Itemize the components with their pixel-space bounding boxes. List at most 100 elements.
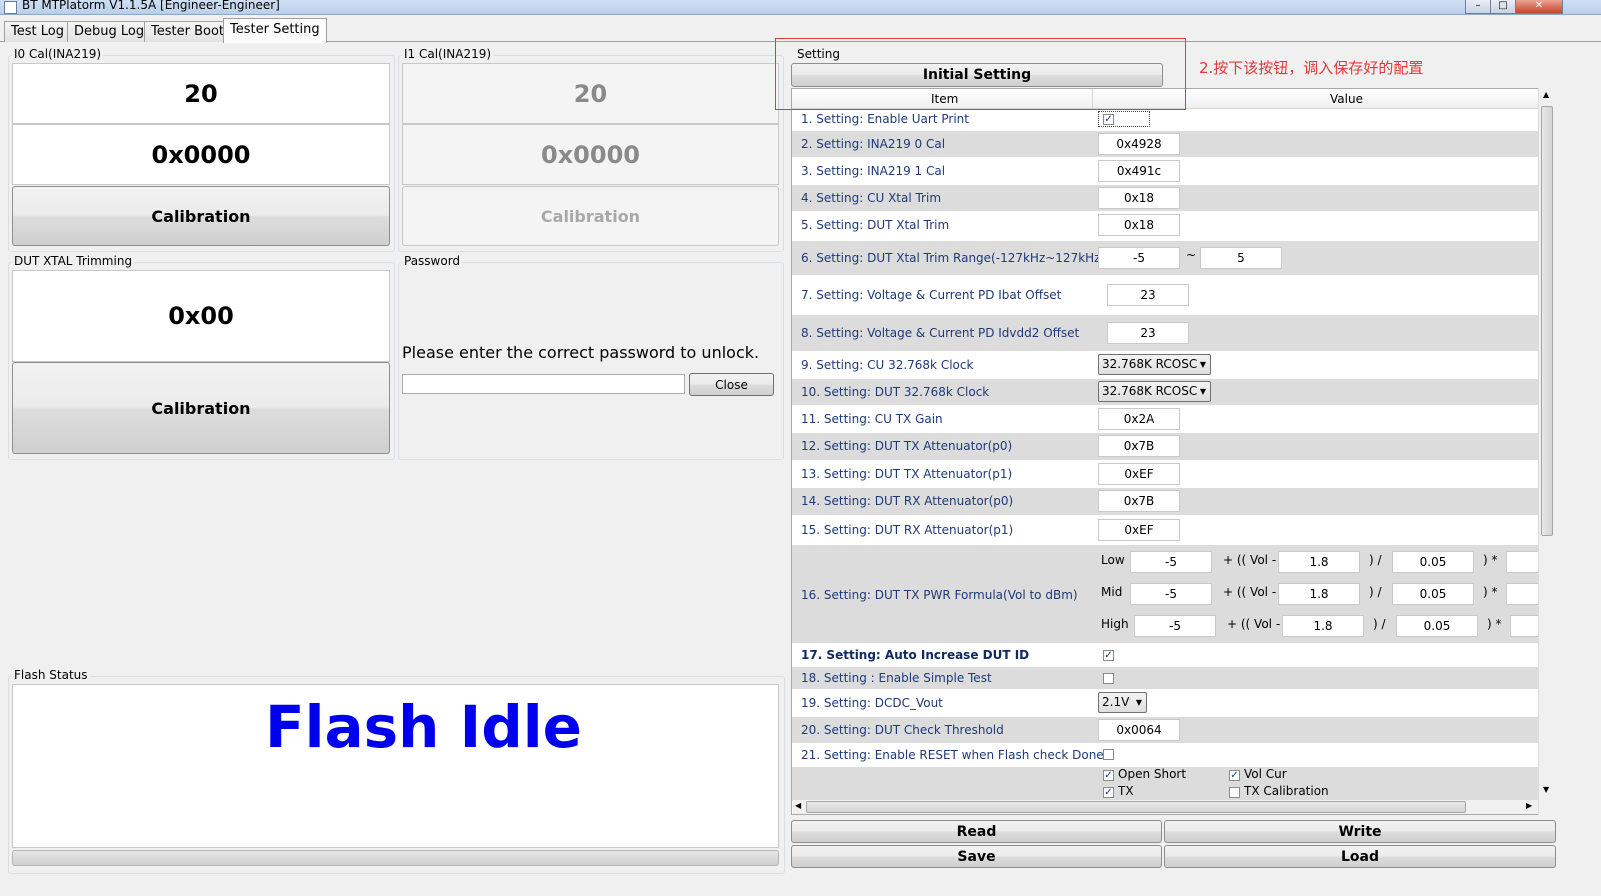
dut-rx-att-p1-input[interactable]: 0xEF bbox=[1098, 519, 1180, 541]
password-message: Please enter the correct password to unl… bbox=[402, 343, 760, 362]
dut-tx-att-p1-input[interactable]: 0xEF bbox=[1098, 463, 1180, 485]
horizontal-scroll-thumb[interactable] bbox=[806, 801, 1466, 813]
close-icon[interactable]: ✕ bbox=[1515, 0, 1563, 14]
vol-cur-checkbox[interactable]: ✓ bbox=[1229, 770, 1240, 781]
minimize-icon[interactable]: – bbox=[1465, 0, 1491, 14]
row-label: 7. Setting: Voltage & Current PD Ibat Of… bbox=[801, 288, 1062, 302]
tx-checkbox[interactable]: ✓ bbox=[1103, 787, 1114, 798]
horizontal-scrollbar[interactable]: ◀ ▶ bbox=[793, 800, 1538, 814]
maximize-icon[interactable]: □ bbox=[1490, 0, 1516, 14]
tab-test-log[interactable]: Test Log bbox=[4, 21, 71, 42]
tx-calibration-checkbox[interactable] bbox=[1229, 787, 1240, 798]
trim-range-min-input[interactable]: -5 bbox=[1098, 247, 1180, 269]
annotation-highlight-box bbox=[775, 38, 1186, 110]
row-label: 14. Setting: DUT RX Attenuator(p0) bbox=[801, 494, 1014, 508]
scroll-left-icon[interactable]: ◀ bbox=[795, 801, 801, 810]
ina219-1-cal-input[interactable]: 0x491c bbox=[1098, 160, 1180, 182]
formula-mid-c-input[interactable]: 0.05 bbox=[1392, 583, 1474, 605]
app-icon bbox=[4, 1, 17, 14]
ibat-offset-input[interactable]: 23 bbox=[1107, 284, 1189, 306]
dut-xtal-calibration-button[interactable]: Calibration bbox=[12, 362, 390, 454]
trim-range-max-input[interactable]: 5 bbox=[1200, 247, 1282, 269]
tab-tester-boot[interactable]: Tester Boot bbox=[144, 21, 231, 42]
row-label: 21. Setting: Enable RESET when Flash che… bbox=[801, 748, 1108, 762]
formula-low-a-input[interactable]: -5 bbox=[1130, 551, 1212, 573]
row-enable-simple-test: 18. Setting : Enable Simple Test bbox=[792, 667, 1540, 689]
dut-clock-select[interactable]: 32.768K RCOSC ▼ bbox=[1098, 381, 1211, 402]
row-dut-rx-att-p1: 15. Setting: DUT RX Attenuator(p1) 0xEF bbox=[792, 515, 1540, 545]
row-label: 10. Setting: DUT 32.768k Clock bbox=[801, 385, 990, 399]
uart-print-checkbox[interactable]: ✓ bbox=[1103, 114, 1114, 125]
scroll-up-icon[interactable]: ▲ bbox=[1543, 90, 1549, 99]
row-label: 6. Setting: DUT Xtal Trim Range(-127kHz~… bbox=[801, 251, 1106, 265]
cu-tx-gain-input[interactable]: 0x2A bbox=[1098, 408, 1180, 430]
open-short-label: Open Short bbox=[1118, 767, 1187, 781]
dut-rx-att-p0-input[interactable]: 0x7B bbox=[1098, 490, 1180, 512]
formula-op3: ) * bbox=[1483, 553, 1498, 567]
formula-mid-b-input[interactable]: 1.8 bbox=[1278, 583, 1360, 605]
row-label: 12. Setting: DUT TX Attenuator(p0) bbox=[801, 439, 1013, 453]
dut-clock-value: 32.768K RCOSC bbox=[1102, 384, 1198, 398]
auto-increase-checkbox[interactable]: ✓ bbox=[1103, 650, 1114, 661]
save-button[interactable]: Save bbox=[791, 845, 1162, 868]
dcdc-vout-select[interactable]: 2.1V ▼ bbox=[1098, 692, 1147, 713]
row-label: 20. Setting: DUT Check Threshold bbox=[801, 723, 1004, 737]
read-button[interactable]: Read bbox=[791, 820, 1162, 843]
dcdc-vout-value: 2.1V bbox=[1102, 695, 1130, 709]
cu-xtal-trim-input[interactable]: 0x18 bbox=[1098, 187, 1180, 209]
vertical-scroll-thumb[interactable] bbox=[1541, 106, 1553, 536]
dut-check-threshold-input[interactable]: 0x0064 bbox=[1098, 719, 1180, 741]
range-separator: ~ bbox=[1186, 248, 1197, 262]
tab-tester-setting[interactable]: Tester Setting bbox=[223, 18, 327, 43]
flash-status-text: Flash Idle bbox=[265, 693, 582, 761]
formula-high-label: High bbox=[1101, 617, 1129, 631]
tab-debug-log[interactable]: Debug Log bbox=[67, 21, 152, 42]
formula-mid-a-input[interactable]: -5 bbox=[1130, 583, 1212, 605]
i0-calibration-button[interactable]: Calibration bbox=[12, 186, 390, 246]
enable-reset-checkbox[interactable] bbox=[1103, 749, 1114, 760]
i1-calibration-button[interactable]: Calibration bbox=[402, 186, 779, 246]
row-cu-clock: 9. Setting: CU 32.768k Clock 32.768K RCO… bbox=[792, 351, 1540, 379]
simple-test-checkbox[interactable] bbox=[1103, 673, 1114, 684]
row-label: 4. Setting: CU Xtal Trim bbox=[801, 191, 942, 205]
formula-op1: + (( Vol - bbox=[1223, 585, 1277, 599]
formula-op1: + (( Vol - bbox=[1223, 553, 1277, 567]
tx-calibration-label: TX Calibration bbox=[1244, 784, 1329, 798]
open-short-checkbox[interactable]: ✓ bbox=[1103, 770, 1114, 781]
write-button[interactable]: Write bbox=[1164, 820, 1556, 843]
formula-high-b-input[interactable]: 1.8 bbox=[1282, 615, 1364, 637]
row-label: 15. Setting: DUT RX Attenuator(p1) bbox=[801, 523, 1014, 537]
flash-status-label: Flash Status bbox=[12, 668, 90, 682]
password-input[interactable] bbox=[402, 374, 685, 394]
vol-cur-label: Vol Cur bbox=[1244, 767, 1287, 781]
row-ina219-1-cal: 3. Setting: INA219 1 Cal 0x491c bbox=[792, 157, 1540, 185]
row-label: 13. Setting: DUT TX Attenuator(p1) bbox=[801, 467, 1013, 481]
vertical-scrollbar[interactable]: ▲ ▼ bbox=[1538, 88, 1556, 815]
row-dut-xtal-trim-range: 6. Setting: DUT Xtal Trim Range(-127kHz~… bbox=[792, 241, 1540, 275]
row-dut-clock: 10. Setting: DUT 32.768k Clock 32.768K R… bbox=[792, 379, 1540, 405]
formula-op3: ) * bbox=[1483, 585, 1498, 599]
row-cu-tx-gain: 11. Setting: CU TX Gain 0x2A bbox=[792, 405, 1540, 433]
annotation-text: 2.按下该按钮，调入保存好的配置 bbox=[1199, 59, 1424, 77]
dut-xtal-value: 0x00 bbox=[12, 270, 390, 362]
cu-clock-select[interactable]: 32.768K RCOSC ▼ bbox=[1098, 354, 1211, 375]
row-dut-xtal-trim: 5. Setting: DUT Xtal Trim 0x18 bbox=[792, 211, 1540, 241]
scroll-down-icon[interactable]: ▼ bbox=[1543, 785, 1549, 794]
ina219-0-cal-input[interactable]: 0x4928 bbox=[1098, 133, 1180, 155]
idvdd2-offset-input[interactable]: 23 bbox=[1107, 322, 1189, 344]
row-label: 11. Setting: CU TX Gain bbox=[801, 412, 943, 426]
close-button[interactable]: Close bbox=[689, 373, 774, 396]
row-test-items: ✓ Open Short ✓ Vol Cur ✓ TX TX Calibrati… bbox=[792, 767, 1540, 801]
cu-clock-value: 32.768K RCOSC bbox=[1102, 357, 1198, 371]
dut-tx-att-p0-input[interactable]: 0x7B bbox=[1098, 435, 1180, 457]
dut-xtal-trim-input[interactable]: 0x18 bbox=[1098, 214, 1180, 236]
load-button[interactable]: Load bbox=[1164, 845, 1556, 868]
flash-progress-bar bbox=[12, 850, 779, 866]
formula-high-c-input[interactable]: 0.05 bbox=[1396, 615, 1478, 637]
formula-low-c-input[interactable]: 0.05 bbox=[1392, 551, 1474, 573]
formula-low-b-input[interactable]: 1.8 bbox=[1278, 551, 1360, 573]
scroll-right-icon[interactable]: ▶ bbox=[1526, 801, 1532, 810]
formula-high-a-input[interactable]: -5 bbox=[1134, 615, 1216, 637]
chevron-down-icon: ▼ bbox=[1135, 698, 1142, 707]
row-label: 19. Setting: DCDC_Vout bbox=[801, 696, 943, 710]
